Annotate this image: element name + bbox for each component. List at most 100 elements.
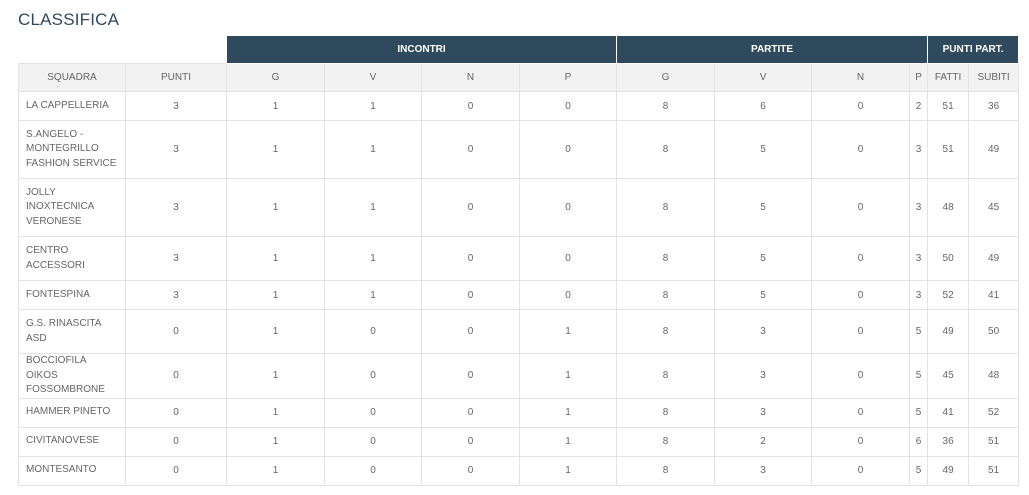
team-cell: BOCCIOFILA OIKOS FOSSOMBRONE <box>18 353 126 399</box>
incontri-g-cell: 1 <box>226 236 325 281</box>
fatti-cell: 52 <box>927 280 970 310</box>
incontri-v-cell: 0 <box>324 353 422 399</box>
incontri-n-cell: 0 <box>421 91 520 121</box>
incontri-p-cell: 1 <box>518 353 618 399</box>
incontri-n-cell: 0 <box>421 397 520 428</box>
table-row: CIVITANOVESE 0 1 0 0 1 8 2 0 6 36 51 <box>18 426 1020 457</box>
partite-v-cell: 6 <box>714 91 813 121</box>
partite-p-cell: 2 <box>909 91 929 121</box>
incontri-v-cell: 1 <box>324 178 422 237</box>
partite-n-cell: 0 <box>811 91 911 121</box>
standings-table: INCONTRI PARTITE PUNTI PART. SQUADRA PUN… <box>18 35 1020 486</box>
column-header-incontri-p: P <box>518 63 618 92</box>
incontri-n-cell: 0 <box>421 309 520 354</box>
incontri-p-cell: 0 <box>518 178 618 237</box>
partite-g-cell: 8 <box>616 397 716 428</box>
fatti-cell: 36 <box>927 426 970 457</box>
table-row: LA CAPPELLERIA 3 1 1 0 0 8 6 0 2 51 36 <box>18 91 1020 121</box>
incontri-v-cell: 0 <box>324 397 422 428</box>
punti-cell: 0 <box>125 397 227 428</box>
incontri-g-cell: 1 <box>226 91 325 121</box>
incontri-p-cell: 1 <box>518 455 618 486</box>
partite-g-cell: 8 <box>616 236 716 281</box>
team-cell: CIVITANOVESE <box>18 426 126 457</box>
incontri-g-cell: 1 <box>226 426 325 457</box>
partite-p-cell: 5 <box>909 353 929 399</box>
incontri-g-cell: 1 <box>226 280 325 310</box>
incontri-v-cell: 1 <box>324 236 422 281</box>
incontri-p-cell: 1 <box>518 426 618 457</box>
partite-v-cell: 3 <box>714 309 813 354</box>
table-row: G.S. RINASCITA ASD 0 1 0 0 1 8 3 0 5 49 50 <box>18 309 1020 354</box>
partite-v-cell: 3 <box>714 397 813 428</box>
column-header-incontri-n: N <box>421 63 520 92</box>
partite-g-cell: 8 <box>616 120 716 179</box>
punti-cell: 0 <box>125 353 227 399</box>
partite-p-cell: 5 <box>909 309 929 354</box>
incontri-n-cell: 0 <box>421 280 520 310</box>
incontri-g-cell: 1 <box>226 397 325 428</box>
partite-n-cell: 0 <box>811 236 911 281</box>
partite-v-cell: 2 <box>714 426 813 457</box>
incontri-p-cell: 1 <box>518 397 618 428</box>
table-row: HAMMER PINETO 0 1 0 0 1 8 3 0 5 41 52 <box>18 397 1020 428</box>
subiti-cell: 49 <box>968 236 1020 281</box>
punti-cell: 0 <box>125 426 227 457</box>
incontri-n-cell: 0 <box>421 120 520 179</box>
partite-g-cell: 8 <box>616 426 716 457</box>
partite-p-cell: 3 <box>909 280 929 310</box>
partite-p-cell: 3 <box>909 120 929 179</box>
partite-v-cell: 5 <box>714 178 813 237</box>
team-cell: MONTESANTO <box>18 455 126 486</box>
group-header-incontri: INCONTRI <box>225 35 618 64</box>
punti-cell: 3 <box>125 178 227 237</box>
fatti-cell: 50 <box>927 236 970 281</box>
partite-n-cell: 0 <box>811 280 911 310</box>
partite-v-cell: 5 <box>714 236 813 281</box>
column-header-incontri-g: G <box>226 63 325 92</box>
incontri-v-cell: 1 <box>324 280 422 310</box>
partite-n-cell: 0 <box>811 120 911 179</box>
team-cell: FONTESPINA <box>18 280 126 310</box>
team-cell: G.S. RINASCITA ASD <box>18 309 126 354</box>
team-cell: LA CAPPELLERIA <box>18 91 126 121</box>
incontri-g-cell: 1 <box>226 178 325 237</box>
table-row: S.ANGELO - MONTEGRILLO FASHION SERVICE 3 1… <box>18 120 1020 179</box>
subiti-cell: 51 <box>968 426 1020 457</box>
fatti-cell: 45 <box>927 353 970 399</box>
team-cell: S.ANGELO - MONTEGRILLO FASHION SERVICE <box>18 120 126 179</box>
column-header-partite-n: N <box>811 63 911 92</box>
partite-g-cell: 8 <box>616 309 716 354</box>
partite-n-cell: 0 <box>811 426 911 457</box>
partite-v-cell: 5 <box>714 120 813 179</box>
table-row: BOCCIOFILA OIKOS FOSSOMBRONE 0 1 0 0 1 8 3 0 5 45 4… <box>18 353 1020 399</box>
punti-cell: 3 <box>125 120 227 179</box>
incontri-v-cell: 0 <box>324 455 422 486</box>
table-row: FONTESPINA 3 1 1 0 0 8 5 0 3 52 41 <box>18 280 1020 310</box>
fatti-cell: 49 <box>927 309 970 354</box>
partite-p-cell: 5 <box>909 397 929 428</box>
subiti-cell: 45 <box>968 178 1020 237</box>
incontri-n-cell: 0 <box>421 426 520 457</box>
fatti-cell: 41 <box>927 397 970 428</box>
partite-v-cell: 3 <box>714 455 813 486</box>
team-cell: HAMMER PINETO <box>18 397 126 428</box>
partite-g-cell: 8 <box>616 178 716 237</box>
column-header-punti: PUNTI <box>125 63 227 92</box>
page-title: CLASSIFICA <box>18 10 120 29</box>
partite-g-cell: 8 <box>616 91 716 121</box>
incontri-g-cell: 1 <box>226 455 325 486</box>
subiti-cell: 49 <box>968 120 1020 179</box>
incontri-p-cell: 1 <box>518 309 618 354</box>
punti-cell: 3 <box>125 280 227 310</box>
fatti-cell: 51 <box>927 91 970 121</box>
column-header-partite-p: P <box>909 63 929 92</box>
partite-v-cell: 3 <box>714 353 813 399</box>
punti-cell: 0 <box>125 309 227 354</box>
fatti-cell: 51 <box>927 120 970 179</box>
table-row: CENTRO ACCESSORI 3 1 1 0 0 8 5 0 3 50 49 <box>18 236 1020 281</box>
incontri-v-cell: 0 <box>324 426 422 457</box>
punti-cell: 0 <box>125 455 227 486</box>
incontri-n-cell: 0 <box>421 178 520 237</box>
subiti-cell: 52 <box>968 397 1020 428</box>
